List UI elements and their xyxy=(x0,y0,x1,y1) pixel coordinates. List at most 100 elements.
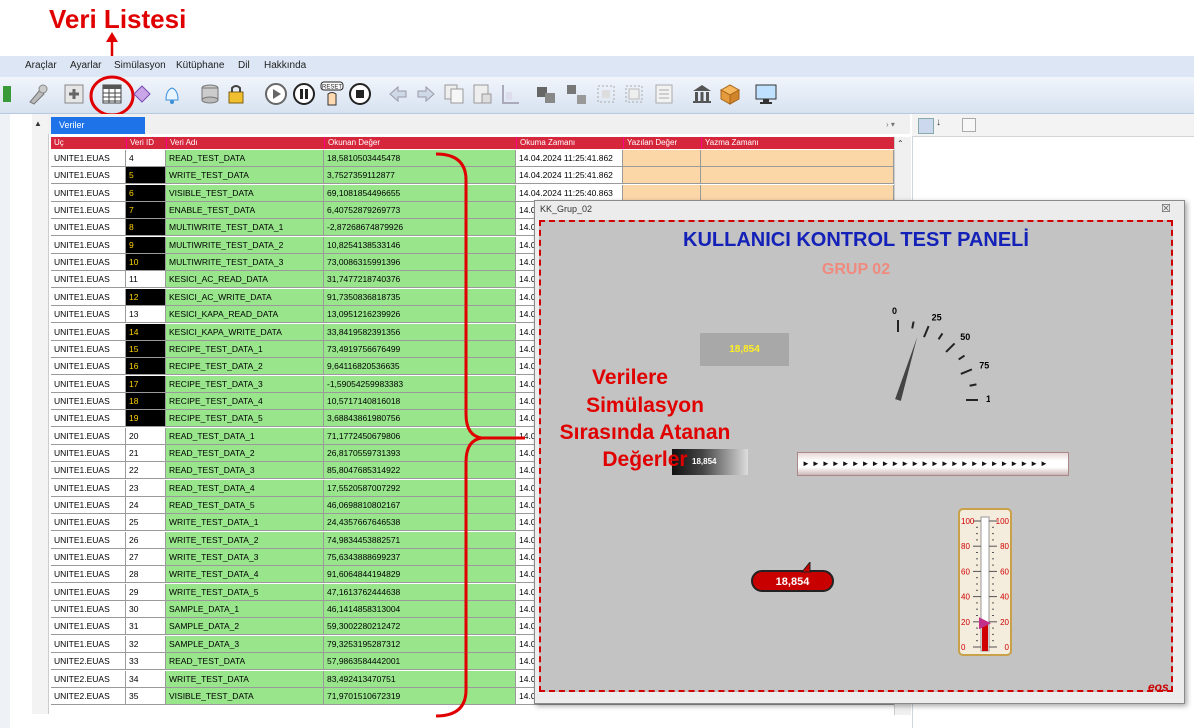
cell-veri-id: 22 xyxy=(126,462,166,480)
cell-veri-adi: WRITE_TEST_DATA_1 xyxy=(166,514,324,532)
package-icon[interactable] xyxy=(716,80,744,108)
cell-veri-adi: KESICI_AC_WRITE_DATA xyxy=(166,288,324,306)
thermometer-label: 40 xyxy=(961,593,970,602)
col-yazilan-deger[interactable]: Yazılan Değer xyxy=(623,137,701,149)
scroll-up-icon[interactable]: ▲ xyxy=(34,119,42,128)
database-icon[interactable] xyxy=(196,80,224,108)
align-icon[interactable] xyxy=(496,80,524,108)
panel-heading: KULLANICI KONTROL TEST PANELİ xyxy=(683,229,1029,251)
cell-veri-adi: MULTIWRITE_TEST_DATA_1 xyxy=(166,219,324,237)
tab-veriler[interactable]: Veriler xyxy=(51,117,145,134)
menu-ayarlar[interactable]: Ayarlar xyxy=(70,60,102,71)
left-scrollbar[interactable] xyxy=(32,114,49,714)
gauge-tick-label: 25 xyxy=(932,313,942,323)
menu-araclar[interactable]: Araçlar xyxy=(25,60,57,71)
cell-uc: UNITE1.EUAS xyxy=(51,410,126,428)
property-pages-icon[interactable] xyxy=(962,118,976,132)
cell-uc: UNITE1.EUAS xyxy=(51,444,126,462)
frame-icon[interactable] xyxy=(620,80,648,108)
pause-icon[interactable] xyxy=(290,80,318,108)
cell-uc: UNITE2.EUAS xyxy=(51,653,126,671)
group-icon[interactable] xyxy=(532,80,560,108)
thermometer-label: 20 xyxy=(1000,618,1009,627)
col-okunan-deger[interactable]: Okunan Değer xyxy=(324,137,516,149)
cell-veri-id: 32 xyxy=(126,635,166,653)
cell-veri-adi: RECIPE_TEST_DATA_3 xyxy=(166,375,324,393)
cell-uc: UNITE1.EUAS xyxy=(51,601,126,619)
cell-veri-adi: VISIBLE_TEST_DATA xyxy=(166,184,324,202)
thermometer-label: 0 xyxy=(961,643,966,652)
bell-icon[interactable] xyxy=(158,80,186,108)
cell-veri-id: 23 xyxy=(126,479,166,497)
tool-icon[interactable] xyxy=(24,80,52,108)
cell-uc: UNITE1.EUAS xyxy=(51,427,126,445)
cell-veri-id: 5 xyxy=(126,167,166,185)
gauge-tick-label: 50 xyxy=(960,332,970,342)
gauge-tick-label: 100 xyxy=(986,394,990,404)
list-icon[interactable] xyxy=(650,80,678,108)
cell-uc: UNITE1.EUAS xyxy=(51,306,126,324)
cell-veri-id: 11 xyxy=(126,271,166,289)
ungroup-icon[interactable] xyxy=(562,80,590,108)
stop-icon[interactable] xyxy=(346,80,374,108)
cell-veri-id: 30 xyxy=(126,601,166,619)
cell-veri-id: 33 xyxy=(126,653,166,671)
close-icon[interactable]: ☒ xyxy=(1161,202,1171,215)
library-icon[interactable] xyxy=(688,80,716,108)
thermometer-label: 60 xyxy=(961,567,970,576)
add-icon[interactable] xyxy=(60,80,88,108)
play-icon[interactable] xyxy=(262,80,290,108)
panel-window-title: KK_Grup_02 xyxy=(540,204,593,214)
thermometer-label: 40 xyxy=(1000,593,1009,602)
cell-veri-id: 7 xyxy=(126,202,166,220)
cell-uc: UNITE1.EUAS xyxy=(51,358,126,376)
menu-dil[interactable]: Dil xyxy=(238,60,250,71)
cell-veri-adi: READ_TEST_DATA xyxy=(166,653,324,671)
col-okuma-zamani[interactable]: Okuma Zamanı xyxy=(516,137,623,149)
gauge-tick xyxy=(960,368,973,375)
security-icon[interactable] xyxy=(222,80,250,108)
cell-uc: UNITE1.EUAS xyxy=(51,184,126,202)
tab-scroll-icon[interactable]: › ▾ xyxy=(886,120,895,129)
toolbar-edge-icon[interactable] xyxy=(2,80,14,108)
menu-hakkinda[interactable]: Hakkında xyxy=(264,60,306,71)
gauge-tick xyxy=(945,342,956,353)
cell-veri-adi: RECIPE_TEST_DATA_5 xyxy=(166,410,324,428)
copy-icon[interactable] xyxy=(440,80,468,108)
cell-veri-adi: WRITE_TEST_DATA_3 xyxy=(166,549,324,567)
categorized-icon[interactable] xyxy=(918,118,934,134)
cell-uc: UNITE1.EUAS xyxy=(51,514,126,532)
redo-icon[interactable] xyxy=(412,80,440,108)
table-scroll-up-icon[interactable]: ⌃ xyxy=(897,139,904,148)
thermometer-label: 100 xyxy=(996,517,1010,526)
annotation-values-line3: Sırasında Atanan xyxy=(559,421,731,444)
cell-veri-adi: READ_TEST_DATA xyxy=(166,150,324,167)
paste-icon[interactable] xyxy=(468,80,496,108)
cell-veri-id: 16 xyxy=(126,358,166,376)
select-icon[interactable] xyxy=(592,80,620,108)
undo-icon[interactable] xyxy=(384,80,412,108)
cell-veri-adi: KESICI_KAPA_READ_DATA xyxy=(166,306,324,324)
col-veri-id[interactable]: Veri ID xyxy=(126,137,166,149)
col-veri-adi[interactable]: Veri Adı xyxy=(166,137,324,149)
left-strip xyxy=(0,114,10,728)
tag-icon[interactable] xyxy=(128,80,156,108)
cell-veri-id: 13 xyxy=(126,306,166,324)
col-yazma-zamani[interactable]: Yazma Zamanı xyxy=(701,137,894,149)
thermometer-label: 80 xyxy=(961,542,970,551)
thermometer-label: 0 xyxy=(1005,643,1010,652)
cell-veri-id: 14 xyxy=(126,323,166,341)
col-uc[interactable]: Uç xyxy=(51,137,126,149)
menu-simulasyon[interactable]: Simülasyon xyxy=(114,60,166,71)
monitor-icon[interactable] xyxy=(752,80,780,108)
gauge-tick xyxy=(923,325,930,338)
cell-veri-adi: ENABLE_TEST_DATA xyxy=(166,202,324,220)
thermometer-label: 100 xyxy=(961,517,975,526)
cell-veri-adi: MULTIWRITE_TEST_DATA_2 xyxy=(166,236,324,254)
reset-icon[interactable]: RESET xyxy=(318,80,346,108)
cell-uc: UNITE1.EUAS xyxy=(51,462,126,480)
annotation-values-line1: Verilere xyxy=(592,366,668,389)
cell-veri-id: 10 xyxy=(126,254,166,272)
menu-kutuphane[interactable]: Kütüphane xyxy=(176,60,224,71)
sort-alpha-icon[interactable]: ↓ xyxy=(936,117,941,128)
